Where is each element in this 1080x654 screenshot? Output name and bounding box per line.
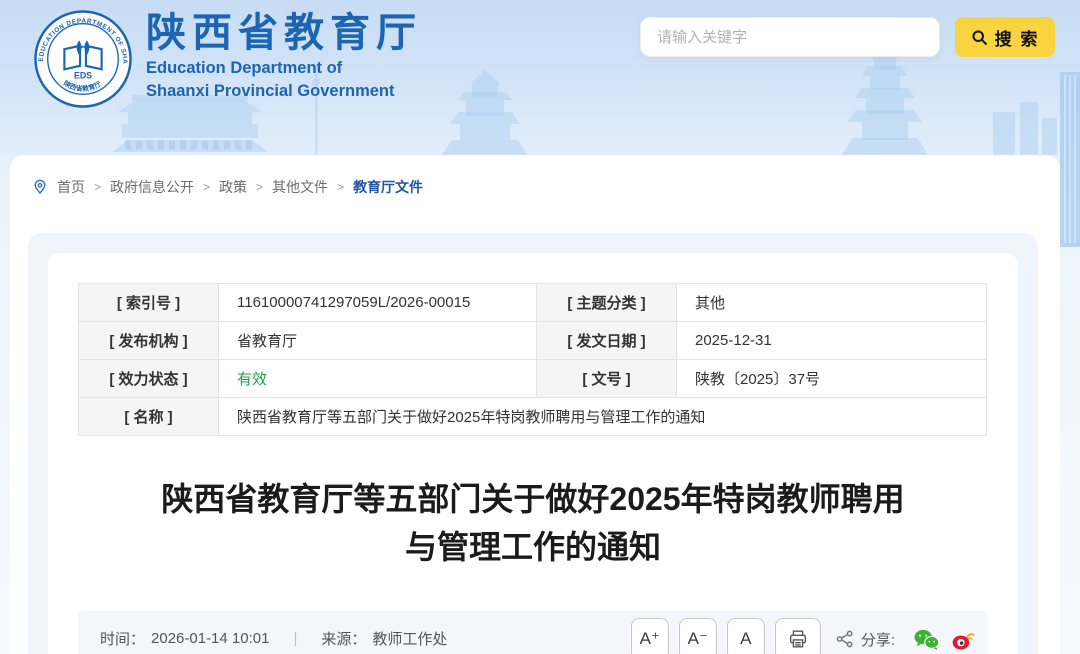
seal-center-text: EDS bbox=[74, 71, 92, 81]
breadcrumb-current[interactable]: 教育厅文件 bbox=[353, 177, 423, 197]
doc-topic-label: [ 主题分类 ] bbox=[537, 284, 677, 322]
meta-divider: | bbox=[293, 630, 297, 647]
main-card: 首页 > 政府信息公开 > 政策 > 其他文件 > 教育厅文件 [ 索引号 ] … bbox=[10, 155, 1060, 654]
article-meta-text: 时间： 2026-01-14 10:01 | 来源： 教师工作处 bbox=[100, 628, 447, 649]
doc-topic-value: 其他 bbox=[677, 284, 987, 322]
search-button-label: 搜 索 bbox=[995, 25, 1040, 50]
weibo-share-icon[interactable] bbox=[950, 628, 976, 651]
font-decrease-button[interactable]: A⁻ bbox=[679, 618, 717, 654]
agency-seal-logo: EDUCATION DEPARTMENT OF SHAANXI EDS 陕西省教… bbox=[34, 10, 132, 108]
doc-validity-label: [ 效力状态 ] bbox=[79, 360, 219, 398]
document-panel: [ 索引号 ] 11610000741297059L/2026-00015 [ … bbox=[28, 233, 1038, 654]
doc-issuer-label: [ 发布机构 ] bbox=[79, 322, 219, 360]
share-group: 分享: bbox=[835, 629, 895, 650]
doc-number-value: 陕教〔2025〕37号 bbox=[677, 360, 987, 398]
doc-info-table: [ 索引号 ] 11610000741297059L/2026-00015 [ … bbox=[78, 283, 987, 436]
article-meta-bar: 时间： 2026-01-14 10:01 | 来源： 教师工作处 A⁺ A⁻ A bbox=[78, 611, 988, 654]
doc-issuer-value: 省教育厅 bbox=[219, 322, 537, 360]
source-value: 教师工作处 bbox=[372, 628, 447, 649]
breadcrumb-home[interactable]: 首页 bbox=[57, 177, 85, 197]
document-content-card: [ 索引号 ] 11610000741297059L/2026-00015 [ … bbox=[48, 253, 1018, 654]
print-button[interactable] bbox=[775, 618, 821, 654]
doc-name-value: 陕西省教育厅等五部门关于做好2025年特岗教师聘用与管理工作的通知 bbox=[219, 398, 987, 436]
page-title: 陕西省教育厅等五部门关于做好2025年特岗教师聘用与管理工作的通知 bbox=[148, 475, 918, 571]
agency-name-block: 陕西省教育厅 Education Department of Shaanxi P… bbox=[146, 10, 422, 102]
time-label: 时间： bbox=[100, 628, 145, 649]
doc-index-value: 11610000741297059L/2026-00015 bbox=[219, 284, 537, 322]
time-value: 2026-01-14 10:01 bbox=[151, 630, 269, 647]
doc-date-label: [ 发文日期 ] bbox=[537, 322, 677, 360]
breadcrumb-separator: > bbox=[337, 180, 344, 194]
wechat-share-icon[interactable] bbox=[913, 628, 940, 651]
share-icon[interactable] bbox=[835, 629, 855, 649]
doc-index-label: [ 索引号 ] bbox=[79, 284, 219, 322]
agency-name-en-line2: Shaanxi Provincial Government bbox=[146, 81, 422, 102]
doc-name-label: [ 名称 ] bbox=[79, 398, 219, 436]
font-increase-button[interactable]: A⁺ bbox=[631, 618, 669, 654]
breadcrumb-separator: > bbox=[203, 180, 210, 194]
table-row: [ 效力状态 ] 有效 [ 文号 ] 陕教〔2025〕37号 bbox=[79, 360, 987, 398]
page: EDUCATION DEPARTMENT OF SHAANXI EDS 陕西省教… bbox=[0, 0, 1080, 654]
breadcrumb: 首页 > 政府信息公开 > 政策 > 其他文件 > 教育厅文件 bbox=[32, 177, 423, 197]
doc-number-label: [ 文号 ] bbox=[537, 360, 677, 398]
breadcrumb-separator: > bbox=[94, 180, 101, 194]
breadcrumb-separator: > bbox=[256, 180, 263, 194]
agency-name-en-line1: Education Department of bbox=[146, 58, 422, 79]
search-icon bbox=[971, 29, 988, 46]
font-reset-button[interactable]: A bbox=[727, 618, 765, 654]
table-row: [ 发布机构 ] 省教育厅 [ 发文日期 ] 2025-12-31 bbox=[79, 322, 987, 360]
agency-name-cn: 陕西省教育厅 bbox=[146, 10, 422, 56]
search-input[interactable] bbox=[640, 17, 940, 57]
source-label: 来源： bbox=[321, 628, 366, 649]
breadcrumb-other-docs[interactable]: 其他文件 bbox=[272, 177, 328, 197]
doc-date-value: 2025-12-31 bbox=[677, 322, 987, 360]
table-row: [ 索引号 ] 11610000741297059L/2026-00015 [ … bbox=[79, 284, 987, 322]
article-title-block: 陕西省教育厅等五部门关于做好2025年特岗教师聘用与管理工作的通知 bbox=[48, 475, 1018, 571]
printer-icon bbox=[787, 628, 809, 650]
share-label: 分享: bbox=[861, 629, 895, 650]
header-banner: EDUCATION DEPARTMENT OF SHAANXI EDS 陕西省教… bbox=[0, 0, 1080, 155]
search-button[interactable]: 搜 索 bbox=[955, 17, 1055, 57]
doc-validity-value: 有效 bbox=[219, 360, 537, 398]
article-toolbar: A⁺ A⁻ A bbox=[631, 618, 976, 654]
location-pin-icon bbox=[32, 179, 48, 195]
table-row: [ 名称 ] 陕西省教育厅等五部门关于做好2025年特岗教师聘用与管理工作的通知 bbox=[79, 398, 987, 436]
breadcrumb-policy[interactable]: 政策 bbox=[219, 177, 247, 197]
breadcrumb-gov-info[interactable]: 政府信息公开 bbox=[110, 177, 194, 197]
